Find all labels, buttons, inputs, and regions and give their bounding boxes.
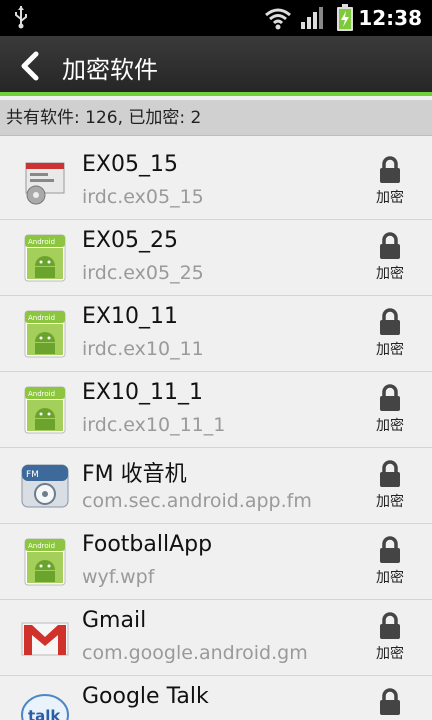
lock-icon <box>374 536 406 564</box>
talk-icon: talk <box>20 689 70 720</box>
android-app-icon: Android <box>20 233 70 283</box>
encrypt-button[interactable]: 加密 <box>374 536 406 594</box>
app-list-item[interactable]: EX05_15 irdc.ex05_15 加密 <box>0 144 432 220</box>
gmail-icon <box>20 613 70 663</box>
encrypt-button[interactable]: 加密 <box>374 612 406 670</box>
app-list-item[interactable]: Android EX05_25 irdc.ex05_25 加密 <box>0 220 432 296</box>
app-list-item[interactable]: Android FootballApp wyf.wpf 加密 <box>0 524 432 600</box>
app-list-item[interactable]: Gmail com.google.android.gm 加密 <box>0 600 432 676</box>
app-package: irdc.ex10_11_1 <box>82 414 226 436</box>
app-package: irdc.ex05_25 <box>82 262 204 284</box>
app-name: EX10_11 <box>82 304 178 329</box>
app-count-summary: 共有软件: 126, 已加密: 2 <box>0 100 432 136</box>
wifi-icon <box>265 8 291 30</box>
title-bar: 加密软件 <box>0 36 432 96</box>
android-app-icon: Android <box>20 309 70 359</box>
lock-icon <box>374 612 406 640</box>
clock: 12:38 <box>358 6 422 30</box>
lock-icon <box>374 688 406 716</box>
app-package: com.sec.android.app.fm <box>82 490 312 512</box>
app-list-item[interactable]: Android EX10_11_1 irdc.ex10_11_1 加密 <box>0 372 432 448</box>
battery-charging-icon <box>337 4 353 31</box>
app-package: irdc.ex05_15 <box>82 186 204 208</box>
page-title: 加密软件 <box>62 56 158 84</box>
app-name: EX10_11_1 <box>82 380 203 405</box>
encrypt-button[interactable]: 加密 <box>374 460 406 518</box>
app-name: FootballApp <box>82 532 213 557</box>
encrypt-button[interactable]: 加密 <box>374 156 406 214</box>
lock-icon <box>374 308 406 336</box>
svg-text:FM: FM <box>26 470 39 480</box>
lock-icon <box>374 232 406 260</box>
encrypt-label: 加密 <box>376 494 404 510</box>
encrypt-label: 加密 <box>376 266 404 282</box>
encrypt-label: 加密 <box>376 570 404 586</box>
app-list-item[interactable]: Android EX10_11 irdc.ex10_11 加密 <box>0 296 432 372</box>
svg-text:Android: Android <box>28 390 55 398</box>
lock-icon <box>374 156 406 184</box>
app-name: EX05_15 <box>82 152 178 177</box>
encrypt-label: 加密 <box>376 342 404 358</box>
android-app-icon: Android <box>20 385 70 435</box>
svg-text:Android: Android <box>28 238 55 246</box>
app-package: com.google.android.gm <box>82 642 308 664</box>
app-name: Gmail <box>82 608 147 633</box>
app-list[interactable]: EX05_15 irdc.ex05_15 加密 Android EX05_25 irdc.… <box>0 144 432 720</box>
android-app-icon: Android <box>20 537 70 587</box>
encrypt-label: 加密 <box>376 646 404 662</box>
app-list-item[interactable]: talk Google Talk 加密 <box>0 676 432 720</box>
app-name: Google Talk <box>82 684 209 709</box>
encrypt-button[interactable]: 加密 <box>374 232 406 290</box>
encrypt-button[interactable]: 加密 <box>374 308 406 366</box>
svg-text:Android: Android <box>28 542 55 550</box>
svg-text:talk: talk <box>28 707 61 720</box>
fm-radio-icon: FM <box>20 461 70 511</box>
app-list-item[interactable]: FM FM 收音机 com.sec.android.app.fm 加密 <box>0 448 432 524</box>
app-name: FM 收音机 <box>82 462 187 487</box>
encrypt-label: 加密 <box>376 418 404 434</box>
svg-text:Android: Android <box>28 314 55 322</box>
back-arrow-icon[interactable] <box>16 50 46 82</box>
signal-icon <box>301 7 323 29</box>
app-package: irdc.ex10_11 <box>82 338 204 360</box>
encrypt-label: 加密 <box>376 190 404 206</box>
usb-icon <box>15 6 27 29</box>
encrypt-button[interactable]: 加密 <box>374 688 406 720</box>
encrypt-button[interactable]: 加密 <box>374 384 406 442</box>
settings-app-icon <box>20 157 70 207</box>
app-name: EX05_25 <box>82 228 178 253</box>
lock-icon <box>374 384 406 412</box>
app-package: wyf.wpf <box>82 566 155 588</box>
status-bar: 12:38 <box>0 0 432 36</box>
lock-icon <box>374 460 406 488</box>
